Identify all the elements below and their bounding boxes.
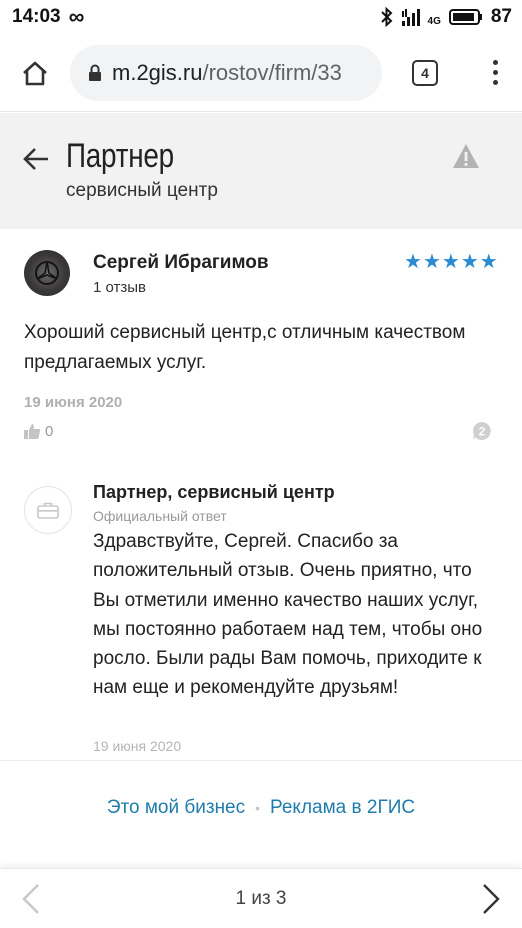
star-icon: ★	[422, 251, 441, 273]
url-path: /rostov/firm/33	[202, 59, 342, 85]
status-bar: 14:03 ∞ 4G 87	[0, 0, 522, 34]
footer-separator: •	[255, 800, 261, 816]
battery-level: 87	[490, 6, 512, 27]
tabs-button[interactable]: 4	[382, 34, 468, 112]
review-date: 19 июня 2020	[24, 394, 123, 411]
divider	[0, 760, 522, 761]
review-author[interactable]: Сергей Ибрагимов	[93, 252, 269, 274]
back-arrow-icon[interactable]	[20, 143, 52, 175]
thumbs-up-icon[interactable]	[23, 422, 41, 440]
my-business-link[interactable]: Это мой бизнес	[107, 797, 245, 819]
home-icon	[23, 61, 47, 85]
rating-stars: ★ ★ ★ ★ ★	[404, 252, 498, 272]
browser-menu-button[interactable]	[468, 34, 522, 112]
infinity-icon: ∞	[68, 4, 85, 29]
reply-avatar	[24, 486, 72, 534]
page-header: Партнер сервисный центр	[0, 113, 522, 229]
review-author-count: 1 отзыв	[93, 279, 147, 296]
bluetooth-icon	[380, 7, 392, 27]
chevron-right-icon[interactable]	[480, 883, 502, 915]
reply-author: Партнер, сервисный центр	[93, 482, 335, 502]
official-reply-label: Официальный ответ	[93, 508, 227, 524]
url-text: m.2gis.ru/rostov/firm/33	[112, 60, 342, 86]
footer-links: Это мой бизнес • Реклама в 2ГИС	[0, 797, 522, 819]
menu-dot-icon	[492, 80, 498, 85]
signal-icon	[401, 9, 420, 26]
home-button[interactable]	[0, 34, 70, 112]
reply-text: Здравствуйте, Сергей. Спасибо за положит…	[93, 531, 483, 699]
tab-count: 4	[412, 59, 438, 86]
warning-icon[interactable]	[451, 142, 481, 170]
battery-icon	[448, 9, 482, 25]
review-text: Хороший сервисный центр,с отличным качес…	[24, 322, 466, 373]
comments-count: 2	[479, 425, 486, 439]
network-type: 4G	[427, 15, 441, 27]
address-bar[interactable]: m.2gis.ru/rostov/firm/33	[70, 44, 382, 101]
browser-toolbar: m.2gis.ru/rostov/firm/33 4	[0, 34, 522, 112]
star-icon: ★	[479, 251, 498, 273]
menu-dot-icon	[492, 60, 498, 65]
mercedes-logo-icon	[35, 261, 59, 285]
pager: 1 из 3	[0, 868, 522, 928]
page-subtitle: сервисный центр	[66, 180, 218, 201]
star-icon: ★	[441, 251, 460, 273]
status-time: 14:03	[12, 6, 61, 27]
briefcase-icon	[37, 502, 59, 519]
reply-date: 19 июня 2020	[93, 738, 182, 754]
advertising-link[interactable]: Реклама в 2ГИС	[270, 797, 415, 819]
star-icon: ★	[404, 251, 422, 273]
reviewer-avatar	[24, 250, 70, 296]
lock-icon	[89, 64, 101, 81]
page-title: Партнер	[66, 137, 174, 175]
menu-dot-icon	[492, 70, 498, 75]
like-count: 0	[45, 423, 54, 440]
url-host: m.2gis.ru	[112, 59, 203, 85]
star-icon: ★	[460, 251, 479, 273]
comments-icon[interactable]: 2	[472, 421, 492, 441]
pager-status: 1 из 3	[235, 888, 287, 909]
